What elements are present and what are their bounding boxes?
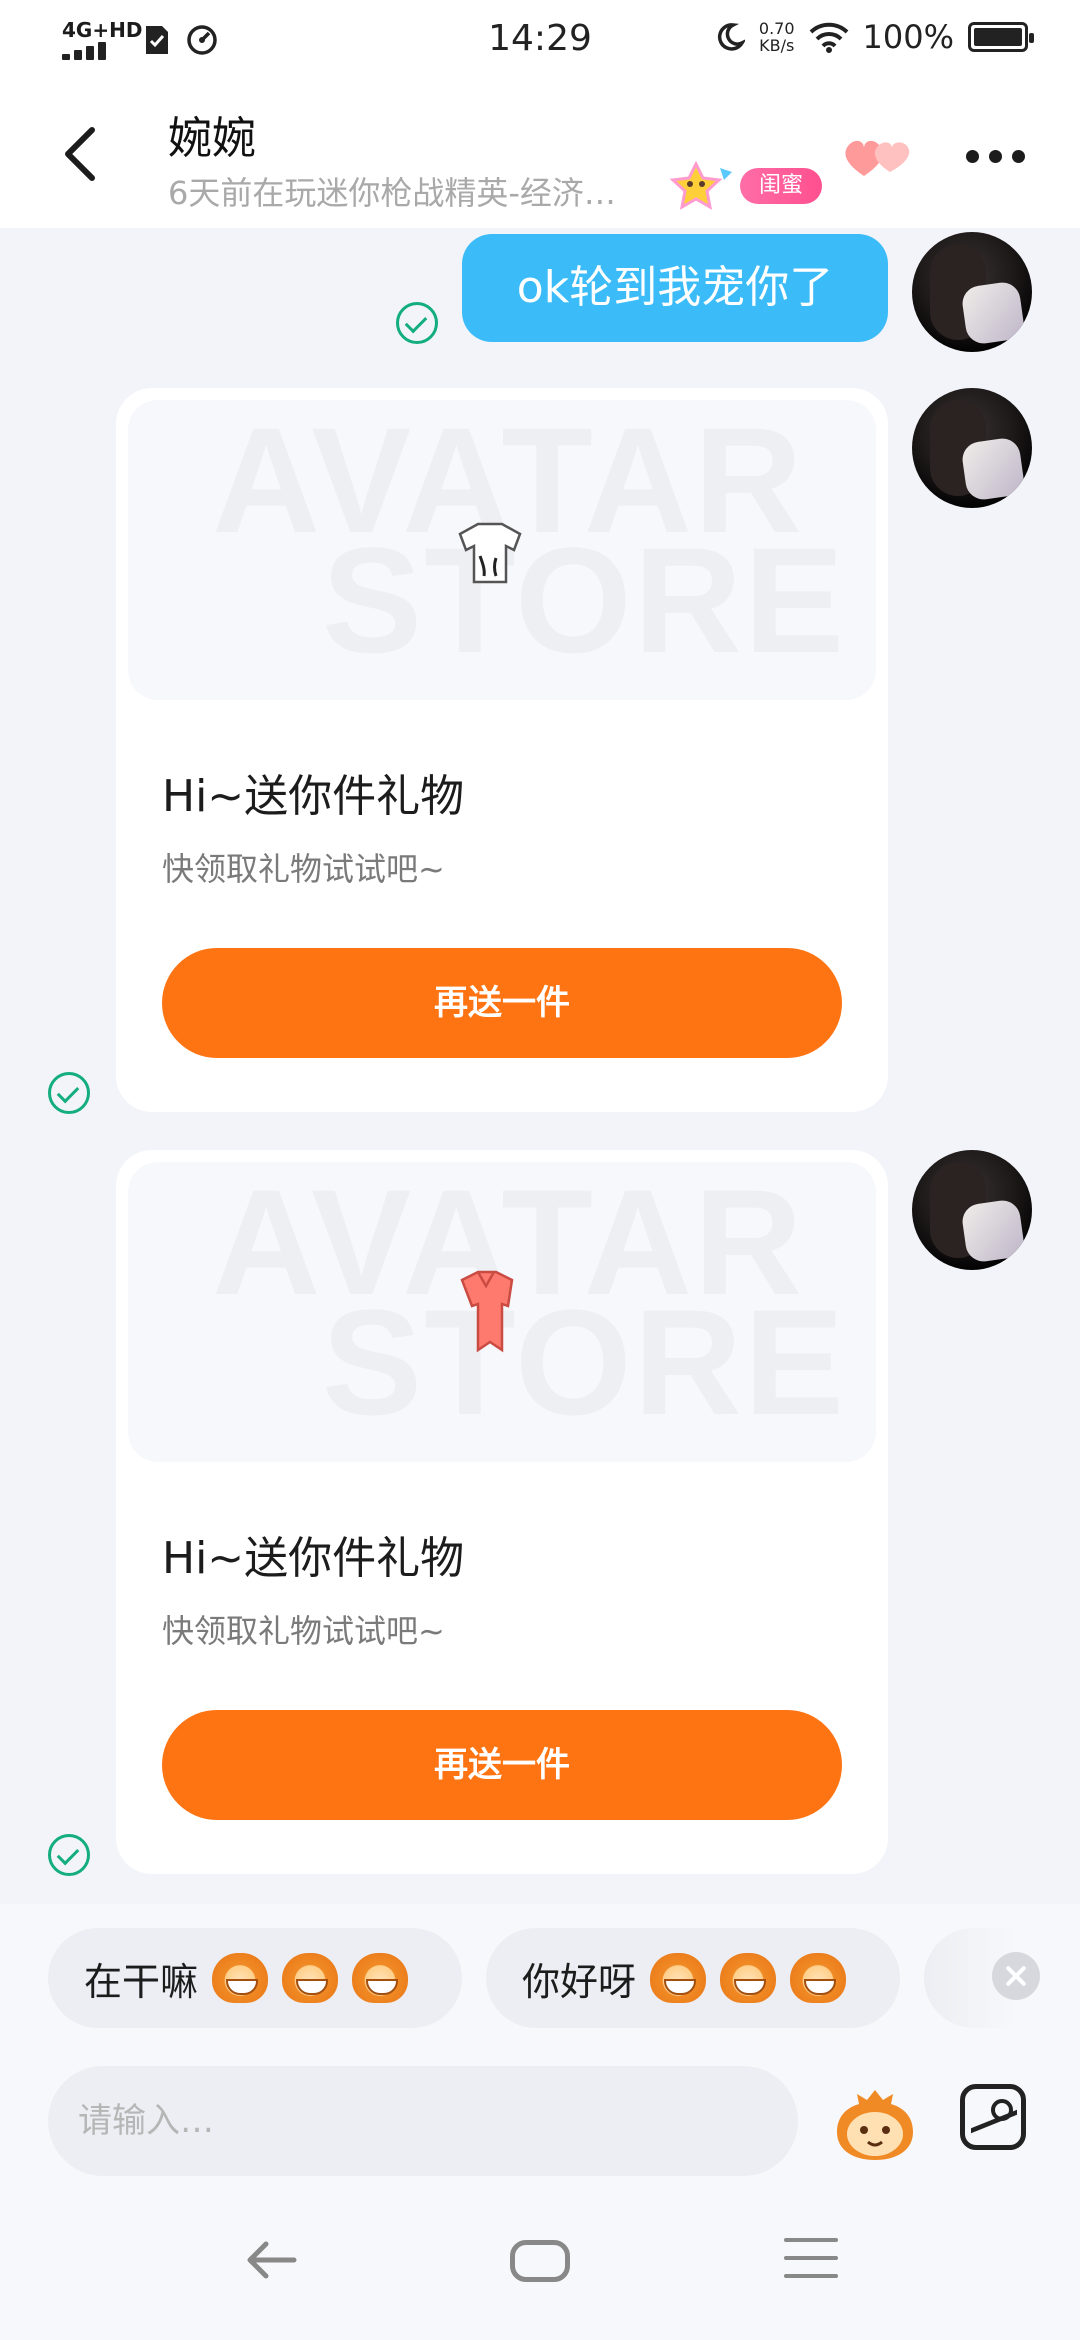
battery-icon — [968, 22, 1034, 52]
gift-image: AVATAR STORE — [128, 1162, 876, 1462]
more-options-icon[interactable] — [966, 150, 1025, 163]
watermark: AVATAR STORE — [212, 1167, 847, 1446]
quick-reply-chip[interactable]: 你好呀 — [486, 1928, 900, 2028]
status-bar: 4G+HD 14:29 0.70 KB/s 100% — [0, 0, 1080, 80]
nav-back-icon[interactable] — [240, 2230, 300, 2290]
monkey-grin-icon — [212, 1953, 269, 2003]
read-check-icon — [48, 1072, 90, 1114]
status-right: 0.70 KB/s 100% — [715, 18, 1034, 56]
speed-value: 0.70 — [758, 19, 795, 38]
moon-icon — [717, 23, 745, 51]
avatar[interactable] — [912, 232, 1032, 352]
contact-name[interactable]: 婉婉 — [168, 102, 256, 166]
send-again-button[interactable]: 再送一件 — [162, 948, 842, 1058]
gift-card[interactable]: AVATAR STORE Hi~送你件礼物 快领取礼物试试吧~ 再送一件 — [116, 1150, 888, 1874]
monkey-smile-icon — [790, 1953, 847, 2003]
quick-reply-chip[interactable]: 在干嘛 — [48, 1928, 462, 2028]
network-speed: 0.70 KB/s — [759, 20, 795, 54]
gift-description: 快领取礼物试试吧~ — [162, 850, 445, 888]
monkey-smile-icon — [720, 1953, 777, 2003]
watermark-line2: STORE — [322, 1278, 847, 1446]
message-input[interactable]: 请输入… — [48, 2066, 798, 2176]
gift-description: 快领取礼物试试吧~ — [162, 1612, 445, 1650]
nav-home-icon[interactable] — [510, 2240, 570, 2282]
chat-header: 婉婉 6天前在玩迷你枪战精英-经济… 闺蜜 — [0, 80, 1080, 228]
quick-reply-text: 在干嘛 — [84, 1959, 199, 2004]
read-check-icon — [48, 1834, 90, 1876]
back-arrow-icon[interactable] — [56, 124, 106, 184]
gift-title: Hi~送你件礼物 — [162, 771, 465, 822]
watermark: AVATAR STORE — [212, 405, 847, 684]
gift-title: Hi~送你件礼物 — [162, 1533, 465, 1584]
red-shirt-icon — [460, 1270, 514, 1353]
speed-unit: KB/s — [759, 36, 795, 55]
badge-label: 闺蜜 — [740, 168, 822, 204]
close-quick-replies-icon[interactable] — [992, 1952, 1040, 2000]
contact-status: 6天前在玩迷你枪战精英-经济… — [168, 174, 616, 212]
relation-badge[interactable]: 闺蜜 — [660, 160, 822, 210]
message-bubble[interactable]: ok轮到我宠你了 — [462, 234, 888, 342]
wifi-icon — [809, 22, 848, 53]
nav-menu-icon[interactable] — [784, 2238, 838, 2278]
monkey-grin-icon — [352, 1953, 409, 2003]
quick-reply-text: 你好呀 — [522, 1959, 637, 2004]
white-crop-top-icon — [458, 522, 522, 584]
monkey-grin-icon — [282, 1953, 339, 2003]
gift-card[interactable]: AVATAR STORE Hi~送你件礼物 快领取礼物试试吧~ 再送一件 — [116, 388, 888, 1112]
read-check-icon — [396, 302, 438, 344]
battery-percent: 100% — [862, 18, 954, 56]
image-picker-icon[interactable] — [960, 2084, 1026, 2150]
watermark-line2: STORE — [322, 516, 847, 684]
avatar[interactable] — [912, 388, 1032, 508]
avatar[interactable] — [912, 1150, 1032, 1270]
star-mascot-icon — [669, 160, 732, 210]
send-again-button[interactable]: 再送一件 — [162, 1710, 842, 1820]
emoji-monkey-icon[interactable] — [832, 2086, 918, 2162]
hearts-icon[interactable] — [840, 132, 916, 182]
system-nav-bar — [0, 2200, 1080, 2340]
gift-image: AVATAR STORE — [128, 400, 876, 700]
monkey-smile-icon — [650, 1953, 707, 2003]
